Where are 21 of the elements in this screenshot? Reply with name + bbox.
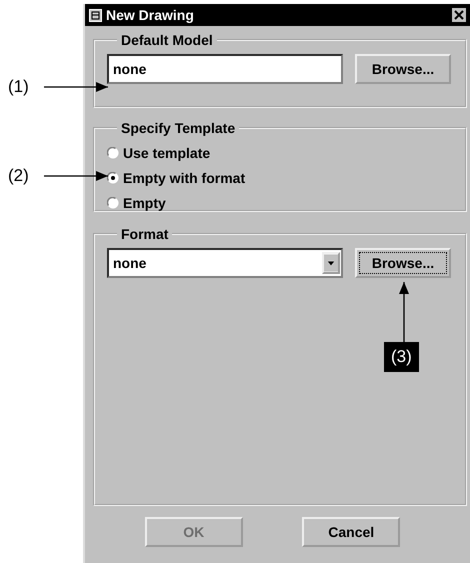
window-icon (89, 8, 102, 22)
callout-label: (1) (8, 77, 29, 97)
cancel-button[interactable]: Cancel (302, 517, 400, 547)
radio-option[interactable]: Empty with format (107, 165, 455, 190)
model-field[interactable]: none (107, 54, 343, 84)
radio-button[interactable] (107, 172, 119, 184)
group-label: Default Model (120, 32, 214, 48)
group-label: Specify Template (120, 120, 236, 136)
browse-button[interactable]: Browse... (355, 54, 451, 84)
browse-button[interactable]: Browse... (355, 248, 451, 278)
radio-button[interactable] (107, 196, 119, 208)
group-label: Format (120, 226, 170, 242)
radio-option[interactable]: Use template (107, 140, 455, 165)
callout-label: (3) (384, 342, 419, 372)
close-icon[interactable] (452, 8, 466, 22)
callout-label: (2) (8, 166, 29, 186)
window-title: New Drawing (106, 7, 195, 23)
format-dropdown[interactable]: none (107, 248, 343, 278)
radio-button[interactable] (107, 146, 119, 158)
radio-option[interactable]: Empty (107, 190, 455, 215)
dropdown-arrow-icon[interactable] (322, 252, 340, 274)
